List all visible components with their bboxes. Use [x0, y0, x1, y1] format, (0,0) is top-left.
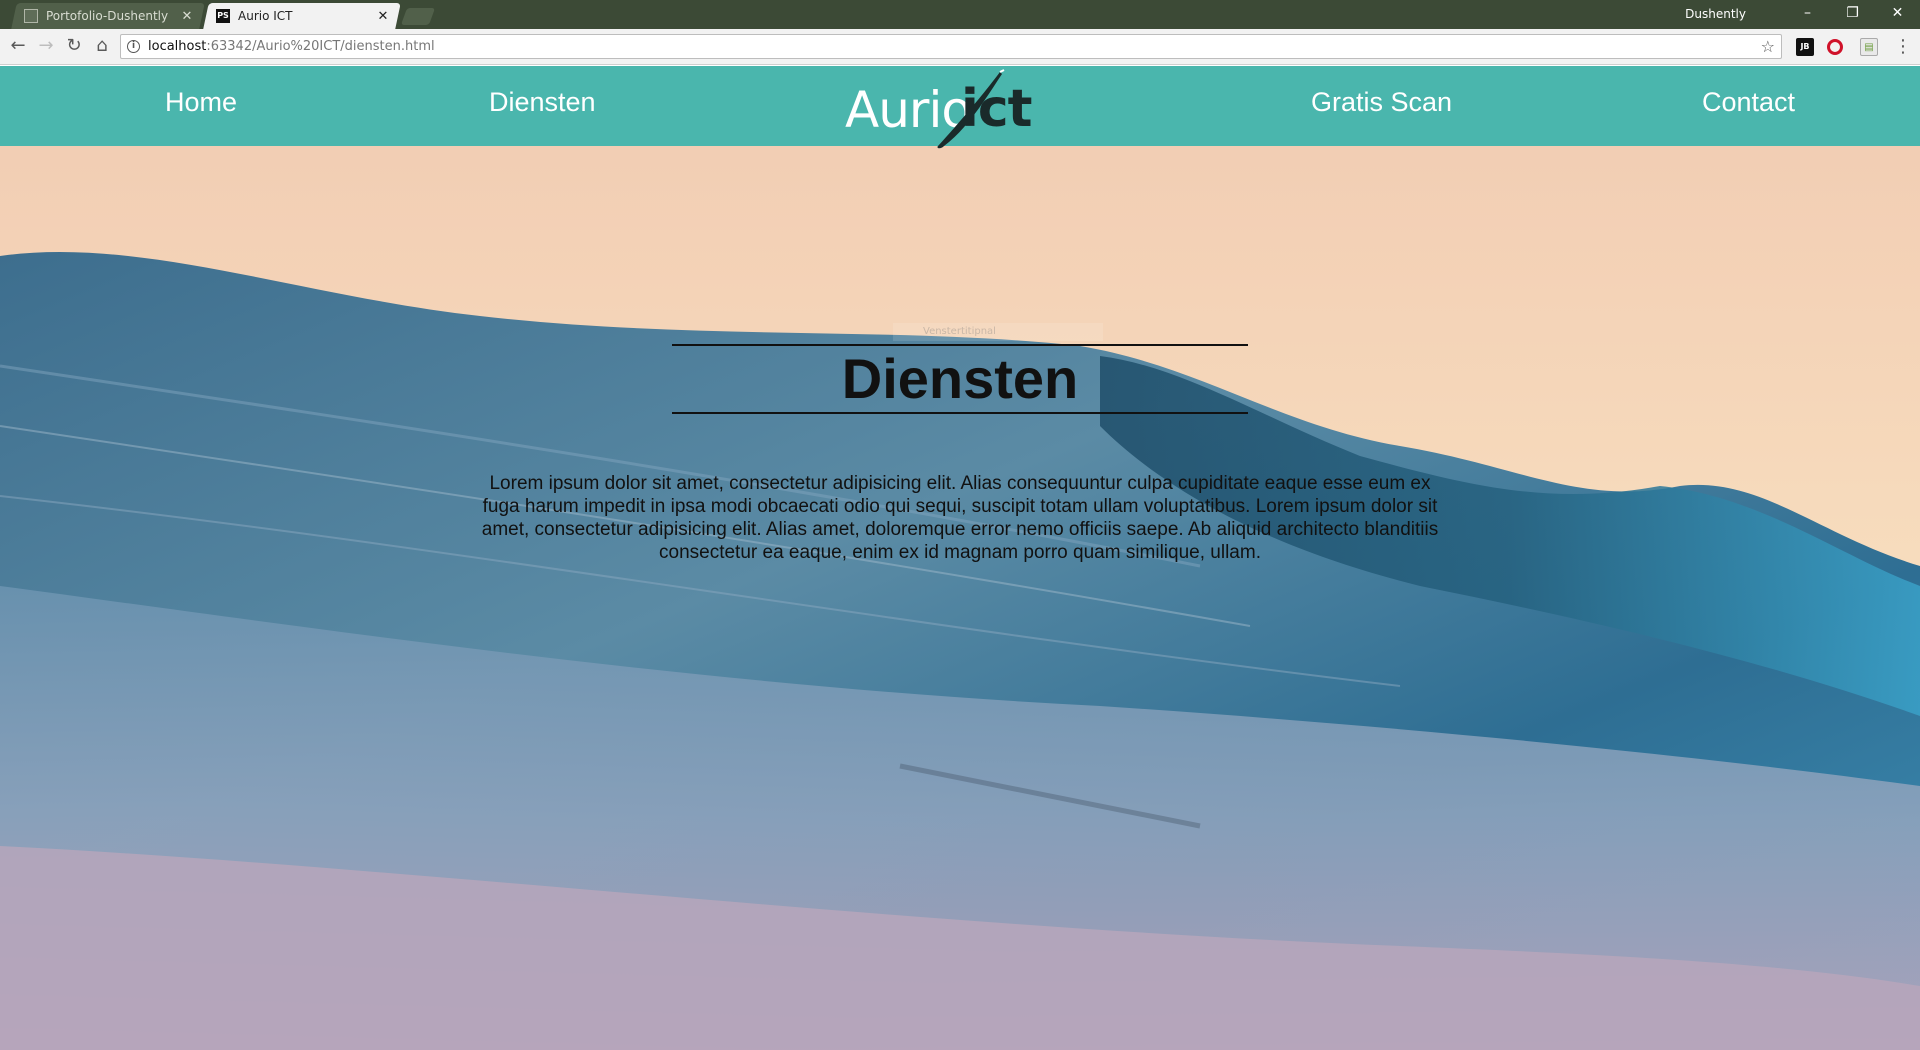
phpstorm-icon: PS — [216, 9, 230, 23]
browser-titlebar: Portofolio-Dushently ✕ PS Aurio ICT ✕ Du… — [0, 0, 1920, 29]
tab-title: Portofolio-Dushently — [46, 9, 169, 23]
profile-name[interactable]: Dushently — [1685, 7, 1746, 21]
star-icon[interactable]: ☆ — [1761, 37, 1775, 56]
logo-text-ict: ict — [961, 79, 1033, 139]
nav-home-link[interactable]: Home — [165, 87, 237, 118]
browser-toolbar: ← → ↻ ⌂ i localhost:63342/Aurio%20ICT/di… — [0, 29, 1920, 65]
close-window-button[interactable]: ✕ — [1875, 0, 1920, 27]
home-icon[interactable]: ⌂ — [90, 34, 114, 58]
opera-extension-icon[interactable] — [1827, 39, 1843, 55]
web-page: Home Diensten Aurio ict Gratis Scan Cont… — [0, 66, 1920, 1050]
url-path: :63342/Aurio%20ICT/diensten.html — [206, 39, 435, 54]
minimize-button[interactable]: – — [1785, 0, 1830, 27]
back-arrow-icon[interactable]: ← — [6, 34, 30, 58]
site-header: Home Diensten Aurio ict Gratis Scan Cont… — [0, 66, 1920, 149]
intro-paragraph: Lorem ipsum dolor sit amet, consectetur … — [481, 473, 1439, 563]
nav-diensten-link[interactable]: Diensten — [489, 87, 596, 118]
heading-rule-box: Diensten — [672, 344, 1248, 414]
close-tab-icon[interactable]: ✕ — [374, 9, 392, 24]
reload-icon[interactable]: ↻ — [62, 34, 86, 58]
jetbrains-extension-icon[interactable]: JB — [1796, 38, 1814, 56]
document-icon — [24, 9, 38, 23]
faded-overlay-label: Venstertitipnal — [893, 323, 1103, 341]
restore-button[interactable]: ❐ — [1830, 0, 1875, 27]
sheets-extension-icon[interactable]: ▤ — [1860, 38, 1878, 56]
nav-gratis-scan-link[interactable]: Gratis Scan — [1311, 87, 1452, 118]
page-title: Diensten — [841, 347, 1079, 410]
menu-icon[interactable]: ⋮ — [1894, 37, 1912, 57]
tab-aurio-ict[interactable]: PS Aurio ICT ✕ — [206, 3, 398, 29]
aurio-ict-logo[interactable]: Aurio ict — [843, 66, 1058, 149]
url-host: localhost — [148, 39, 207, 54]
address-bar[interactable]: i localhost:63342/Aurio%20ICT/diensten.h… — [120, 34, 1782, 59]
tab-title: Aurio ICT — [238, 9, 293, 23]
forward-arrow-icon[interactable]: → — [34, 34, 58, 58]
nav-contact-link[interactable]: Contact — [1702, 87, 1795, 118]
new-tab-button[interactable] — [400, 8, 436, 25]
close-tab-icon[interactable]: ✕ — [178, 9, 196, 24]
info-icon[interactable]: i — [127, 40, 140, 53]
diensten-section: Diensten Lorem ipsum dolor sit amet, con… — [0, 344, 1920, 564]
tab-portfolio[interactable]: Portofolio-Dushently ✕ — [14, 3, 202, 29]
